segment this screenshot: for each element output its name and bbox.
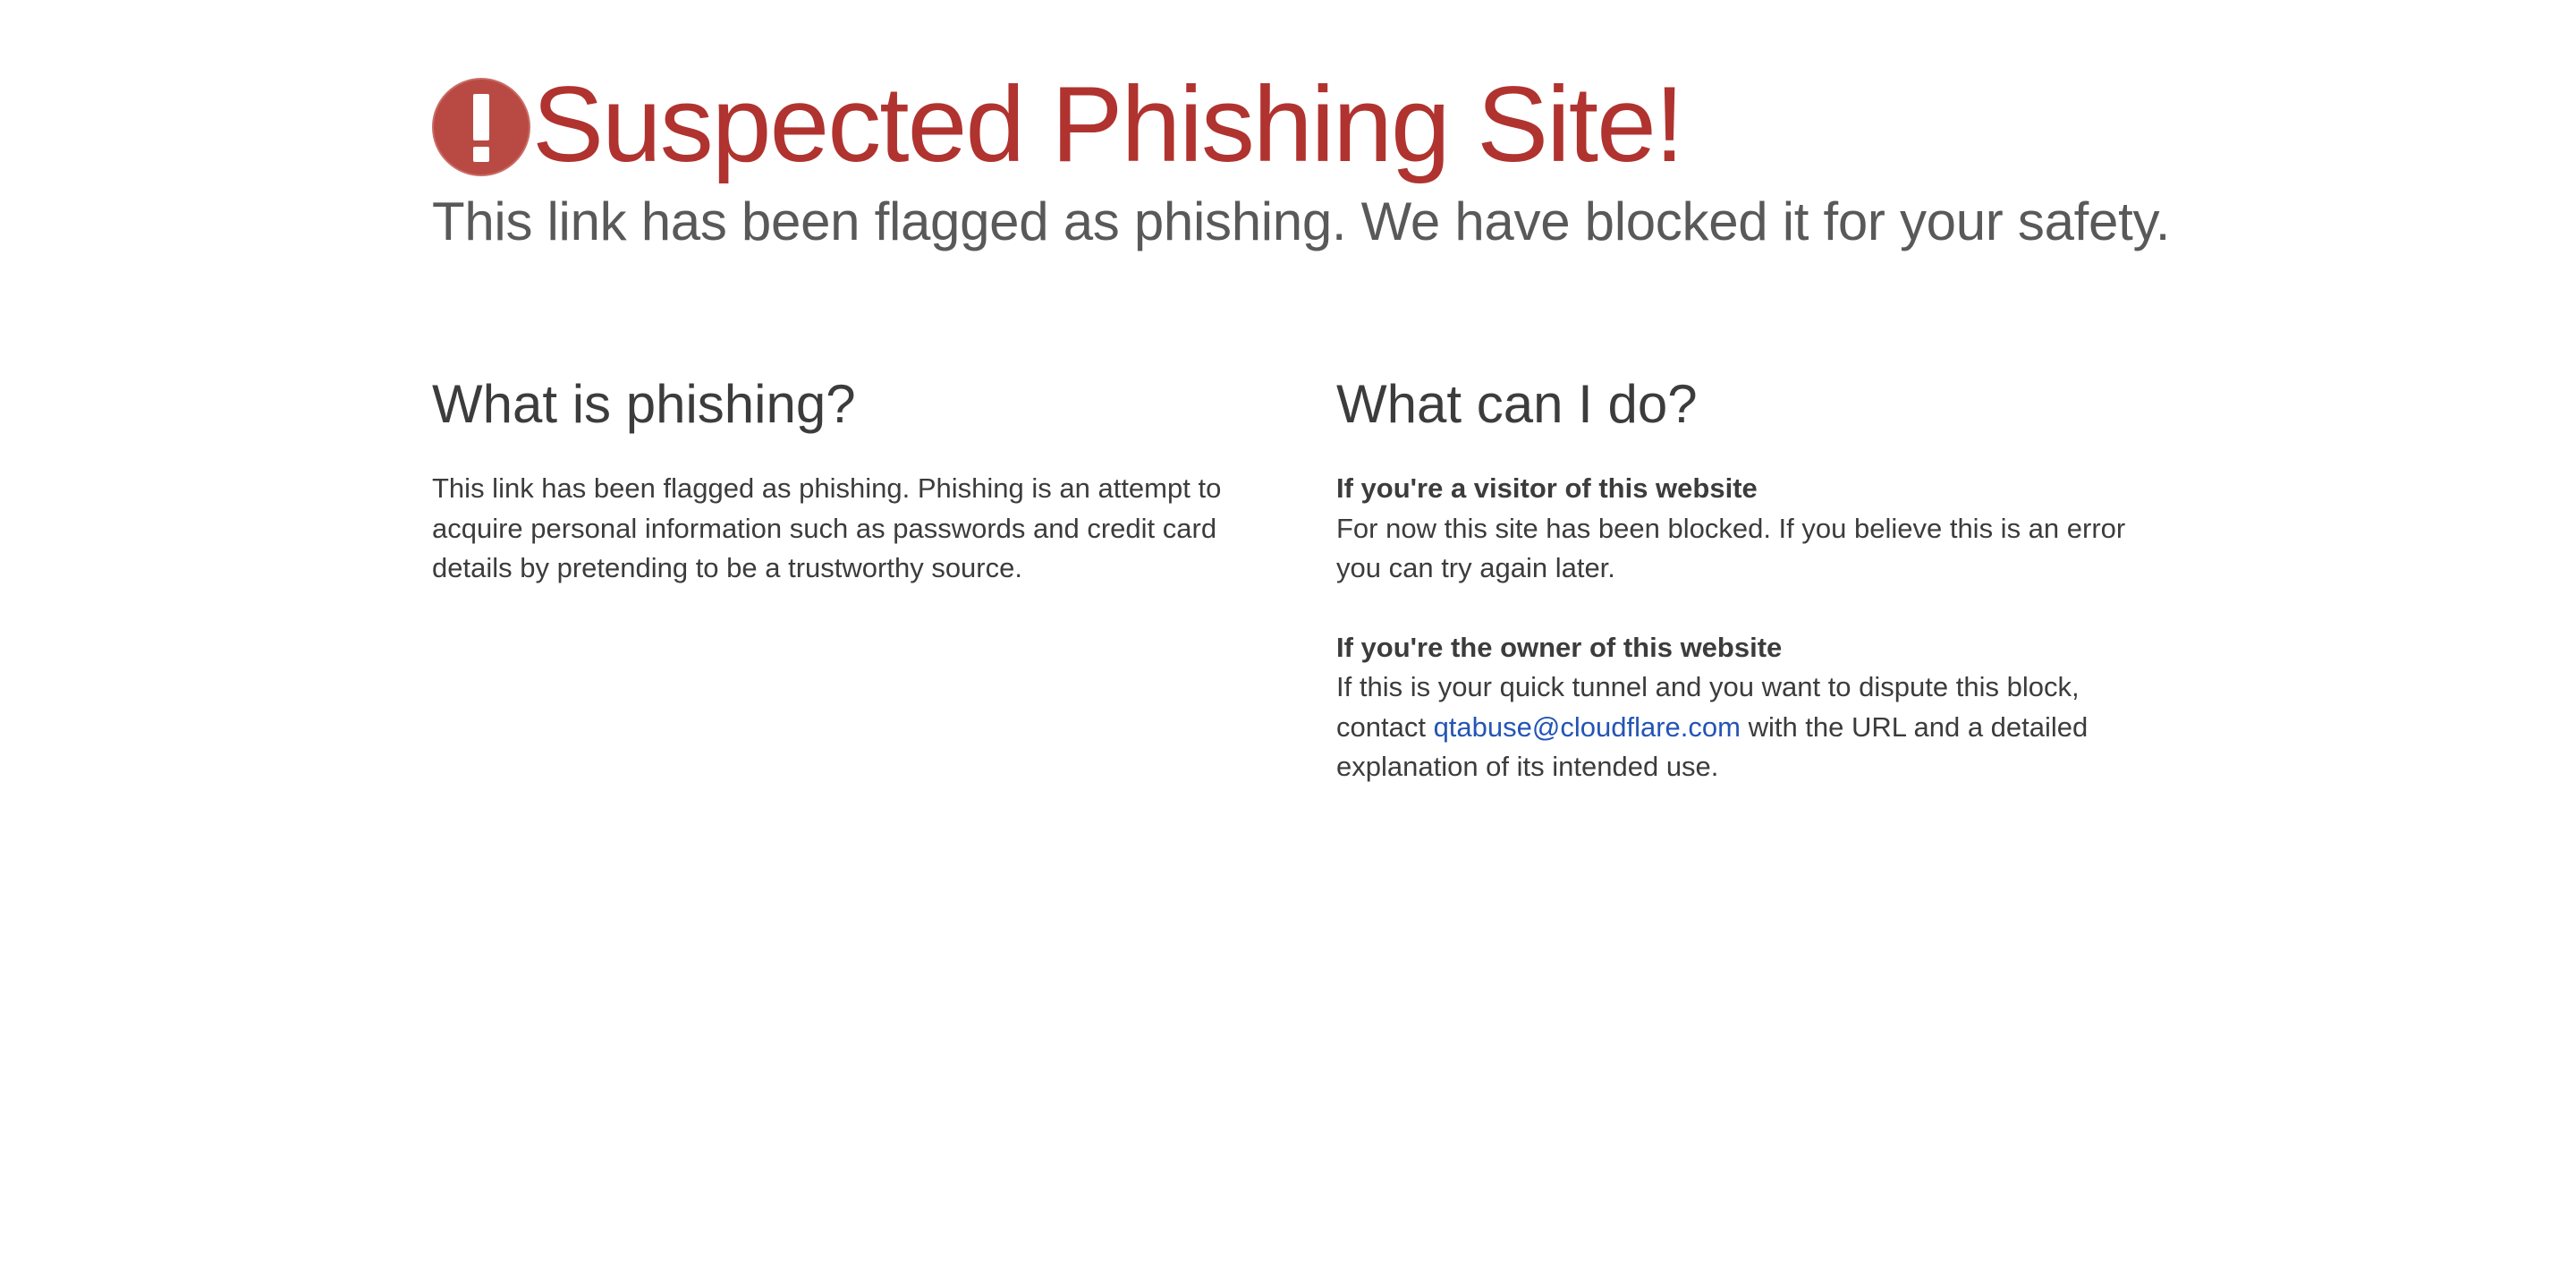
abuse-email-link[interactable]: qtabuse@cloudflare.com	[1434, 711, 1741, 743]
owner-paragraph: If you're the owner of this website If t…	[1336, 628, 2159, 787]
owner-title: If you're the owner of this website	[1336, 631, 1783, 663]
what-is-phishing-section: What is phishing? This link has been fla…	[432, 372, 1255, 589]
warning-header: Suspected Phishing Site! This link has b…	[432, 64, 2221, 254]
visitor-paragraph: If you're a visitor of this website For …	[1336, 469, 2159, 589]
what-is-phishing-heading: What is phishing?	[432, 374, 856, 434]
title-row: Suspected Phishing Site!	[432, 64, 2221, 184]
what-is-phishing-text: This link has been flagged as phishing. …	[432, 472, 1222, 583]
visitor-text: For now this site has been blocked. If y…	[1336, 512, 2126, 584]
exclamation-circle-icon	[432, 78, 530, 176]
visitor-title: If you're a visitor of this website	[1336, 472, 1758, 504]
what-can-i-do-section: What can I do? If you're a visitor of th…	[1336, 372, 2159, 787]
phishing-warning-page: Suspected Phishing Site! This link has b…	[0, 0, 2576, 1267]
page-subtitle: This link has been flagged as phishing. …	[432, 191, 2171, 251]
page-title: Suspected Phishing Site!	[532, 64, 1684, 184]
what-can-i-do-heading: What can I do?	[1336, 374, 1698, 434]
